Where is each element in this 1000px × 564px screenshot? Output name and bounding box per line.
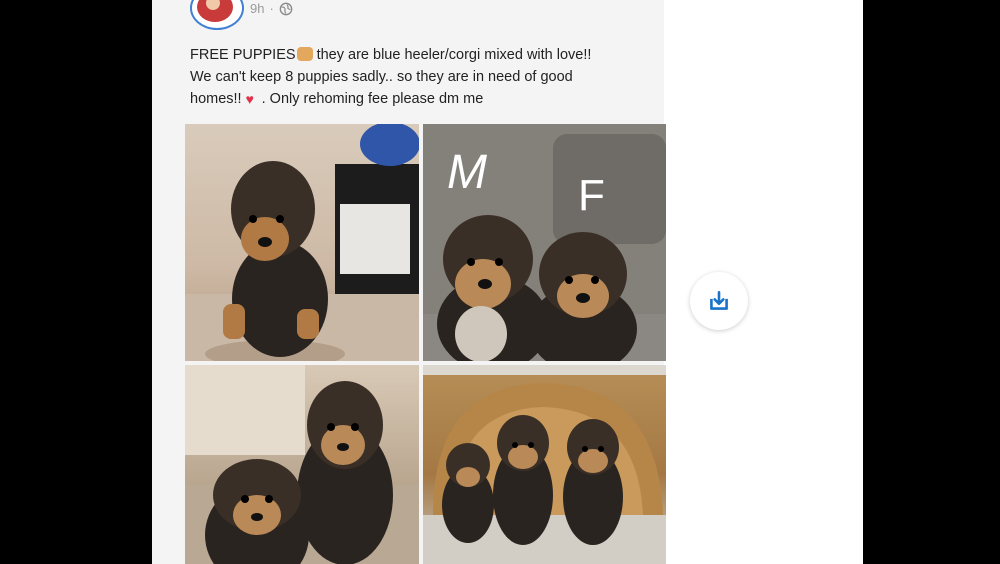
avatar[interactable] [190, 0, 244, 30]
puppy-photo-1-illustration [185, 124, 419, 361]
download-share-button[interactable] [690, 272, 748, 330]
puppy-photo-2-illustration: M F [423, 124, 666, 361]
post-text-line-2: We can't keep 8 puppies sadly.. so they … [190, 69, 573, 85]
label-f: F [578, 171, 605, 220]
post-text-mix: they are blue heeler/corgi mixed with lo… [312, 47, 592, 63]
photo-puppies-m-f[interactable]: M F [423, 124, 666, 361]
meta-separator: · [269, 1, 274, 16]
letterbox-left [0, 0, 152, 564]
photo-puppies-basket[interactable] [423, 365, 666, 564]
label-m: M [447, 146, 487, 199]
download-share-icon [710, 291, 728, 310]
photo-puppy-single[interactable] [185, 124, 419, 361]
post-text: FREE PUPPIES they are blue heeler/corgi … [190, 44, 660, 110]
photo-puppies-floor[interactable] [185, 365, 419, 564]
puppy-photo-3-illustration [185, 365, 419, 564]
post-text-line-1: FREE PUPPIES they are blue heeler/corgi … [190, 44, 660, 66]
post-time[interactable]: 9h [250, 1, 264, 16]
letterbox-right [863, 0, 1000, 564]
globe-icon [279, 2, 293, 15]
heart-emoji-icon: ♥ [245, 91, 254, 107]
post-text-homes: homes!! [190, 91, 242, 107]
post-meta: 9h · [250, 1, 293, 16]
photo-grid: M F [185, 124, 666, 564]
facebook-post: 9h · FREE PUPPIES they are blue heeler/c… [152, 0, 666, 564]
post-text-rehoming: . Only rehoming fee please dm me [261, 91, 484, 107]
puppy-photo-4-illustration [423, 365, 666, 564]
dog-emoji-icon [296, 47, 313, 61]
post-text-free-puppies: FREE PUPPIES [190, 47, 296, 63]
post-text-line-3: homes!! ♥ . Only rehoming fee please dm m… [190, 88, 660, 110]
phone-screen: 9h · FREE PUPPIES they are blue heeler/c… [152, 0, 863, 564]
